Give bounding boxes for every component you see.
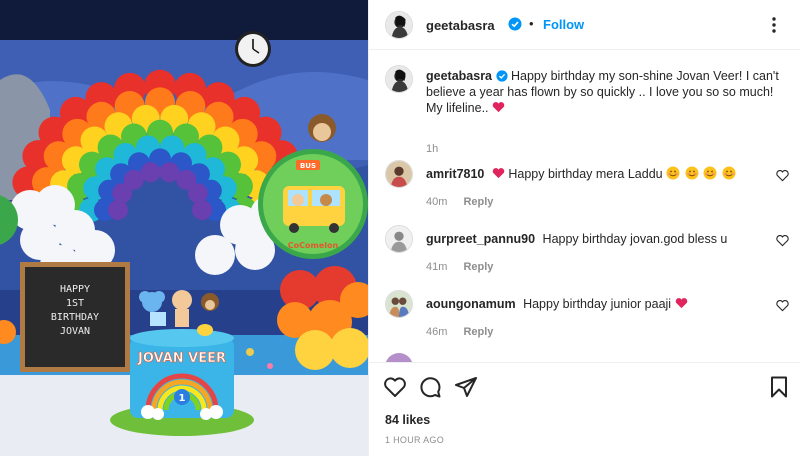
comment-username[interactable]: amrit7810 <box>426 167 484 181</box>
cake-number: 1 <box>179 393 186 404</box>
smiling-face-emoji-icon <box>703 166 717 180</box>
reply-button[interactable]: Reply <box>463 196 493 208</box>
reply-button[interactable]: Reply <box>463 326 493 338</box>
arch-balloon <box>187 183 208 204</box>
comment-item: amrit7810 Happy birthday mera Laddu 40m … <box>385 160 797 220</box>
caption-text-block: geetabasra Happy birthday my son-shine J… <box>426 68 784 116</box>
follow-button[interactable]: Follow <box>543 17 584 32</box>
comment-meta: 46m Reply <box>426 326 493 338</box>
comment-meta: 41m Reply <box>426 261 493 273</box>
post-photo[interactable]: HAPPY 1ST BIRTHDAY JOVAN JOVAN VEER 1 BU… <box>0 0 368 456</box>
arch-balloon <box>192 200 212 220</box>
next-comment-avatar-partial <box>385 353 413 362</box>
smiling-face-emoji-icon <box>685 166 699 180</box>
caption-avatar[interactable] <box>385 65 413 93</box>
comment-avatar[interactable] <box>385 225 413 253</box>
comment-avatar[interactable] <box>385 160 413 188</box>
comment-bubble-icon[interactable] <box>418 375 442 399</box>
comment-username[interactable]: gurpreet_pannu90 <box>426 232 535 246</box>
comment-text-block: gurpreet_pannu90 Happy birthday jovan.go… <box>426 231 766 247</box>
red-heart-emoji-icon <box>675 298 687 309</box>
comments-list[interactable]: geetabasra Happy birthday my son-shine J… <box>369 50 800 362</box>
comment-text: Happy birthday jovan.god bless u <box>542 232 728 246</box>
cloud-balloon <box>195 235 235 275</box>
smiling-face-emoji-icon <box>722 166 736 180</box>
post-header: geetabasra • Follow <box>369 0 800 50</box>
post-side-panel: geetabasra • Follow geetabasra Happy bir… <box>368 0 800 456</box>
like-heart-icon[interactable] <box>383 375 407 399</box>
share-send-icon[interactable] <box>454 375 478 399</box>
comment-item: gurpreet_pannu90 Happy birthday jovan.go… <box>385 225 797 285</box>
red-heart-emoji-icon <box>492 102 505 113</box>
likes-count[interactable]: 84 likes <box>385 413 430 427</box>
birthday-party-photo: HAPPY 1ST BIRTHDAY JOVAN JOVAN VEER 1 BU… <box>0 0 368 456</box>
comment-time: 46m <box>426 326 448 338</box>
post-actions-bar: 84 likes 1 HOUR AGO <box>369 362 800 456</box>
comment-text-block: aoungonamum Happy birthday junior paaji <box>426 296 766 312</box>
comment-time: 40m <box>426 196 448 208</box>
author-avatar[interactable] <box>385 11 413 39</box>
verified-badge-icon <box>508 17 522 31</box>
post-timestamp: 1 HOUR AGO <box>385 435 445 445</box>
comment-text-block: amrit7810 Happy birthday mera Laddu <box>426 166 766 182</box>
reply-button[interactable]: Reply <box>463 261 493 273</box>
bus-sign: BUS <box>300 162 316 170</box>
heart-outline-icon[interactable] <box>776 234 789 247</box>
red-heart-emoji-icon <box>492 168 505 179</box>
comment-text: Happy birthday mera Laddu <box>508 167 663 181</box>
author-username[interactable]: geetabasra <box>426 18 495 33</box>
save-bookmark-icon[interactable] <box>767 375 791 399</box>
board-line-3: BIRTHDAY <box>51 312 99 323</box>
more-options-icon[interactable] <box>765 15 783 35</box>
smiling-face-emoji-icon <box>666 166 680 180</box>
comment-time: 41m <box>426 261 448 273</box>
board-line-1: HAPPY <box>60 284 90 295</box>
heart-outline-icon[interactable] <box>776 299 789 312</box>
heart-outline-icon[interactable] <box>776 169 789 182</box>
cake-name: JOVAN VEER <box>137 351 226 366</box>
arch-balloon <box>108 200 128 220</box>
board-line-2: 1ST <box>66 298 84 309</box>
arch-balloon <box>140 162 161 183</box>
comment-meta: 40m Reply <box>426 196 493 208</box>
comment-item: aoungonamum Happy birthday junior paaji … <box>385 290 797 350</box>
balloon-brand: CoComelon <box>288 241 339 250</box>
separator-dot: • <box>529 16 534 31</box>
comment-username[interactable]: aoungonamum <box>426 297 516 311</box>
comment-text: Happy birthday junior paaji <box>523 297 672 311</box>
board-line-4: JOVAN <box>60 326 90 337</box>
caption-time: 1h <box>426 143 439 155</box>
verified-badge-icon <box>495 70 508 82</box>
comment-avatar[interactable] <box>385 290 413 318</box>
caption-username[interactable]: geetabasra <box>426 69 492 83</box>
